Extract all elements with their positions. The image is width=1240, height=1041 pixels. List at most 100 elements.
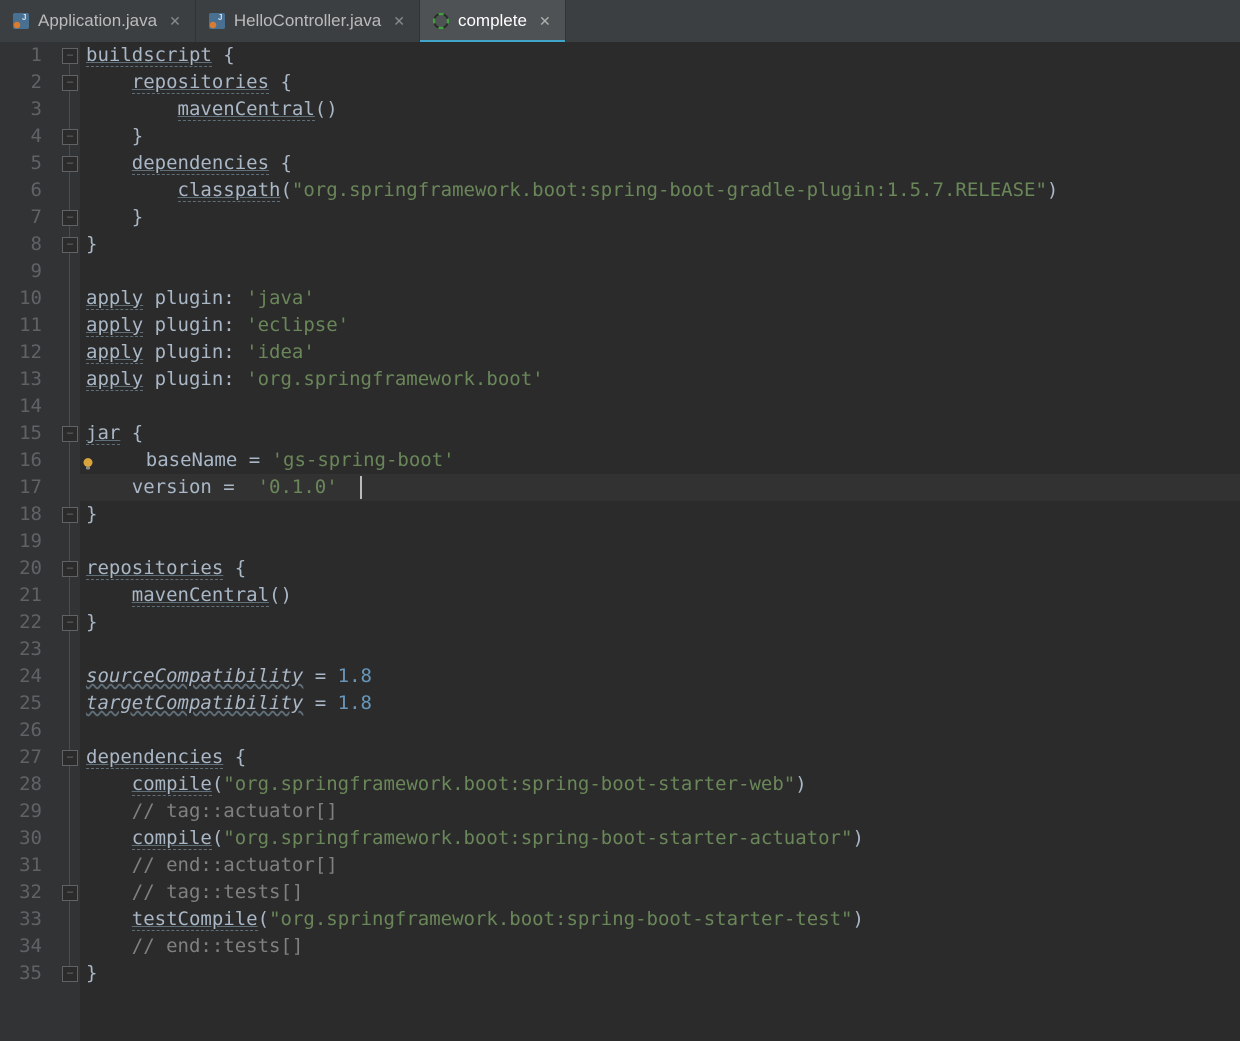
code-line[interactable]: sourceCompatibility = 1.8 (80, 663, 1240, 690)
code-line[interactable]: dependencies { (80, 744, 1240, 771)
line-number: 20 (0, 555, 42, 582)
code-line[interactable]: } (80, 501, 1240, 528)
code-line[interactable]: apply plugin: 'eclipse' (80, 312, 1240, 339)
fold-gutter[interactable]: − − − − − − − − − − − − − (60, 42, 80, 1041)
code-token: 'org.springframework.boot' (246, 368, 543, 390)
line-number: 25 (0, 690, 42, 717)
code-editor[interactable]: 1234567891011121314151617181920212223242… (0, 42, 1240, 1041)
close-tab-icon[interactable]: ✕ (539, 13, 551, 30)
intention-bulb-icon[interactable] (80, 453, 96, 469)
line-number: 10 (0, 285, 42, 312)
code-line[interactable]: baseName = 'gs-spring-boot' (80, 447, 1240, 474)
fold-close-icon[interactable]: − (62, 615, 78, 631)
line-number: 16 (0, 447, 42, 474)
code-line[interactable]: repositories { (80, 69, 1240, 96)
code-line[interactable]: } (80, 609, 1240, 636)
editor-tab-0[interactable]: JApplication.java✕ (0, 0, 196, 42)
code-token: () (269, 584, 292, 606)
fold-open-icon[interactable]: − (62, 750, 78, 766)
svg-text:J: J (218, 13, 222, 22)
code-token (86, 935, 132, 957)
fold-open-icon[interactable]: − (62, 156, 78, 172)
code-token: { (269, 152, 292, 174)
code-token: testCompile (132, 908, 258, 931)
code-token: ( (212, 773, 223, 795)
fold-open-icon[interactable]: − (62, 561, 78, 577)
code-line[interactable]: // tag::tests[] (80, 879, 1240, 906)
tab-label: complete (458, 11, 527, 31)
fold-open-icon[interactable]: − (62, 75, 78, 91)
code-line[interactable]: } (80, 231, 1240, 258)
code-line[interactable]: testCompile("org.springframework.boot:sp… (80, 906, 1240, 933)
code-token: // end::tests[] (132, 935, 304, 957)
code-token: // tag::actuator[] (132, 800, 338, 822)
code-line[interactable]: jar { (80, 420, 1240, 447)
code-line[interactable] (80, 393, 1240, 420)
code-token: targetCompatibility (86, 692, 303, 714)
fold-close-icon[interactable]: − (62, 885, 78, 901)
line-number: 3 (0, 96, 42, 123)
close-tab-icon[interactable]: ✕ (169, 13, 181, 30)
fold-close-icon[interactable]: − (62, 966, 78, 982)
code-line[interactable]: compile("org.springframework.boot:spring… (80, 825, 1240, 852)
code-line[interactable]: apply plugin: 'org.springframework.boot' (80, 366, 1240, 393)
line-number: 26 (0, 717, 42, 744)
code-token: baseName = (100, 449, 272, 471)
line-number: 30 (0, 825, 42, 852)
code-line[interactable]: buildscript { (80, 42, 1240, 69)
line-number: 18 (0, 501, 42, 528)
code-line[interactable]: // end::tests[] (80, 933, 1240, 960)
code-line[interactable] (80, 636, 1240, 663)
code-token: plugin: (143, 287, 246, 309)
code-line[interactable]: compile("org.springframework.boot:spring… (80, 771, 1240, 798)
fold-close-icon[interactable]: − (62, 129, 78, 145)
java-file-icon: J (12, 12, 30, 30)
code-token: repositories (86, 557, 223, 580)
code-line[interactable]: mavenCentral() (80, 582, 1240, 609)
code-area[interactable]: buildscript { repositories { mavenCentra… (80, 42, 1240, 1041)
code-line[interactable] (80, 258, 1240, 285)
code-token: } (86, 206, 143, 228)
line-number: 22 (0, 609, 42, 636)
code-line[interactable]: apply plugin: 'idea' (80, 339, 1240, 366)
code-token: apply (86, 314, 143, 337)
code-token: dependencies (86, 746, 223, 769)
line-number: 17 (0, 474, 42, 501)
fold-close-icon[interactable]: − (62, 237, 78, 253)
code-line[interactable]: mavenCentral() (80, 96, 1240, 123)
code-line[interactable] (80, 528, 1240, 555)
code-line[interactable] (80, 717, 1240, 744)
code-line[interactable]: } (80, 960, 1240, 987)
code-token: = (303, 692, 337, 714)
fold-close-icon[interactable]: − (62, 507, 78, 523)
close-tab-icon[interactable]: ✕ (393, 13, 405, 30)
fold-open-icon[interactable]: − (62, 426, 78, 442)
code-token: 'idea' (246, 341, 315, 363)
fold-open-icon[interactable]: − (62, 48, 78, 64)
editor-tab-2[interactable]: complete ✕ (420, 0, 566, 42)
code-line[interactable]: // tag::actuator[] (80, 798, 1240, 825)
code-line[interactable]: // end::actuator[] (80, 852, 1240, 879)
code-line[interactable]: apply plugin: 'java' (80, 285, 1240, 312)
code-line[interactable]: } (80, 123, 1240, 150)
line-number: 23 (0, 636, 42, 663)
line-number: 32 (0, 879, 42, 906)
code-line[interactable]: repositories { (80, 555, 1240, 582)
code-line[interactable]: classpath("org.springframework.boot:spri… (80, 177, 1240, 204)
editor-tab-1[interactable]: JHelloController.java✕ (196, 0, 420, 42)
code-line[interactable]: dependencies { (80, 150, 1240, 177)
code-line[interactable]: targetCompatibility = 1.8 (80, 690, 1240, 717)
line-number: 6 (0, 177, 42, 204)
code-token: "org.springframework.boot:spring-boot-st… (223, 773, 795, 795)
code-token (86, 773, 132, 795)
code-token: repositories (132, 71, 269, 94)
line-number: 15 (0, 420, 42, 447)
fold-close-icon[interactable]: − (62, 210, 78, 226)
code-token: ) (795, 773, 806, 795)
code-line[interactable]: } (80, 204, 1240, 231)
line-number: 27 (0, 744, 42, 771)
line-number: 14 (0, 393, 42, 420)
svg-text:J: J (22, 13, 26, 22)
code-token: sourceCompatibility (86, 665, 303, 687)
code-line[interactable]: version = '0.1.0' (80, 474, 1240, 501)
